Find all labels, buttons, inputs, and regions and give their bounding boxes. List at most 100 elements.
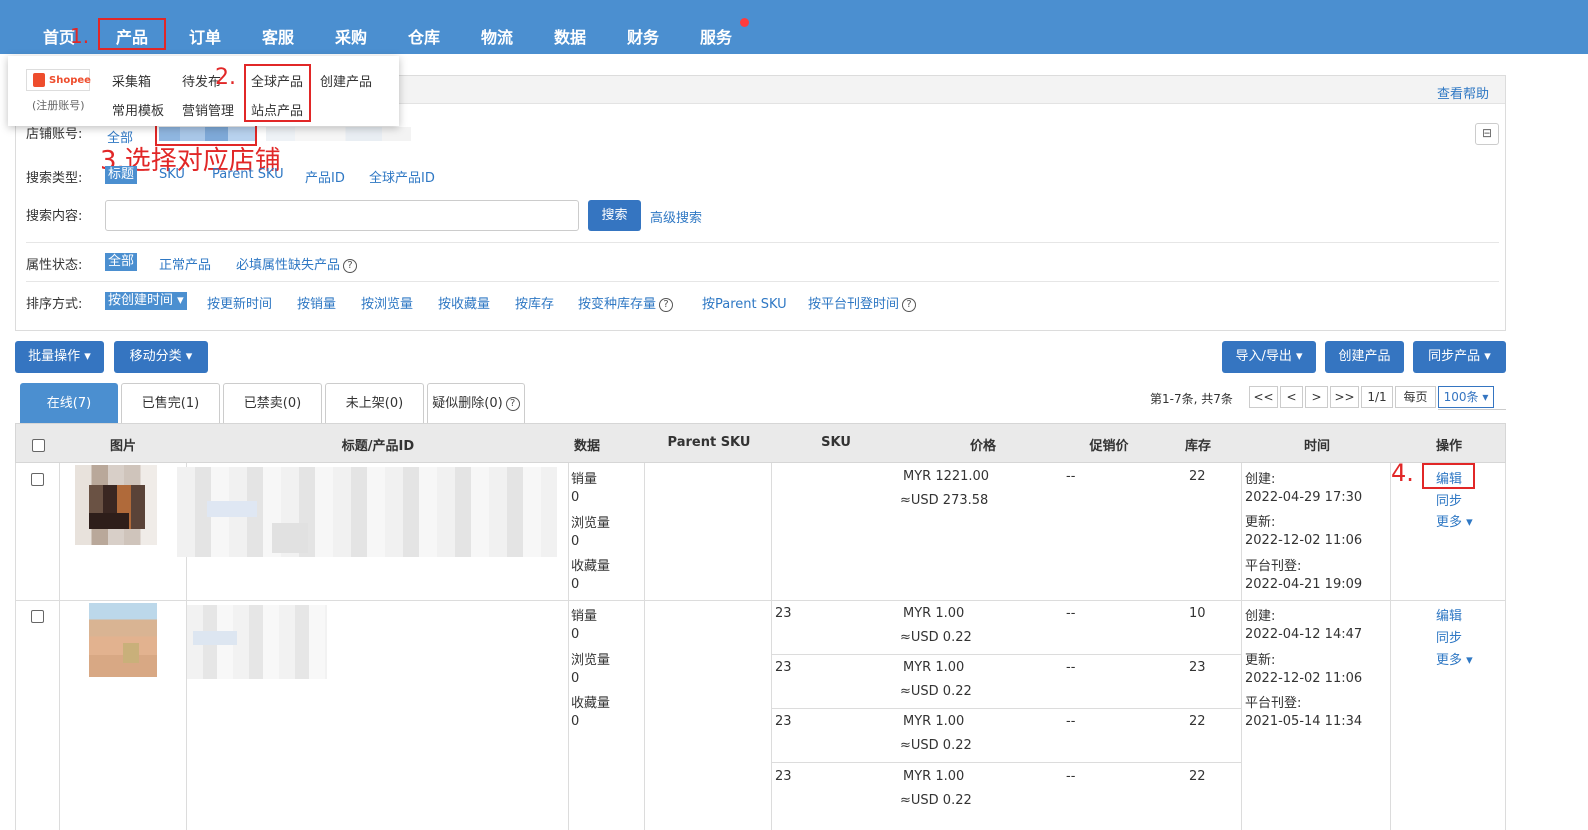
help-question-icon[interactable]: ?: [659, 297, 674, 312]
variant-sku: 23: [775, 660, 792, 675]
collapse-panel-icon[interactable]: ⊟: [1475, 123, 1499, 145]
search-type-global-id[interactable]: 全球产品ID: [369, 167, 435, 186]
search-content-label: 搜索内容:: [26, 209, 83, 224]
stock-value: 23: [1189, 660, 1206, 675]
search-type-sku[interactable]: SKU: [159, 167, 185, 182]
price-usd: ≈USD 273.58: [900, 493, 989, 508]
col-parent-sku: Parent SKU: [667, 435, 751, 450]
more-link[interactable]: 更多 ▾: [1436, 511, 1473, 530]
variant-sku: 23: [775, 769, 792, 784]
search-type-parent-sku[interactable]: Parent SKU: [212, 167, 284, 182]
select-all-checkbox[interactable]: [32, 439, 45, 452]
per-page-select[interactable]: 100条 ▾: [1438, 386, 1494, 408]
highlight-box-step1: [98, 18, 166, 50]
attr-all[interactable]: 全部: [105, 253, 138, 271]
search-type-title[interactable]: 标题: [105, 166, 138, 184]
search-button[interactable]: 搜索: [588, 200, 641, 231]
store-option-blurred[interactable]: [266, 127, 411, 141]
nav-services[interactable]: 服务: [700, 24, 732, 48]
sort-by-parent-sku[interactable]: 按Parent SKU: [702, 293, 787, 312]
views-value: 0: [571, 671, 580, 686]
nav-finance[interactable]: 财务: [627, 24, 659, 48]
annotation-step2: 2.: [215, 65, 236, 90]
bulk-action-button[interactable]: 批量操作 ▾: [15, 341, 104, 373]
updated-label: 更新:: [1245, 515, 1276, 530]
help-question-icon[interactable]: ?: [505, 396, 520, 411]
menu-create-product[interactable]: 创建产品: [320, 71, 372, 90]
tab-sold-out[interactable]: 已售完(1): [121, 383, 220, 423]
favorites-value: 0: [571, 577, 580, 592]
stock-value: 22: [1189, 769, 1206, 784]
sync-link[interactable]: 同步: [1436, 490, 1462, 509]
tab-banned[interactable]: 已禁卖(0): [223, 383, 322, 423]
highlight-box-step2: [244, 64, 311, 122]
promo-price: --: [1066, 469, 1076, 484]
row-checkbox[interactable]: [31, 610, 44, 623]
updated-time: 2022-12-02 11:06: [1245, 533, 1363, 548]
divider: [26, 242, 1499, 243]
favorites-value: 0: [571, 714, 580, 729]
published-time: 2021-05-14 11:34: [1245, 714, 1363, 729]
sort-by-created[interactable]: 按创建时间 ▾: [105, 292, 187, 310]
search-type-product-id[interactable]: 产品ID: [305, 167, 345, 186]
nav-orders[interactable]: 订单: [189, 24, 221, 48]
created-label: 创建:: [1245, 472, 1276, 487]
tab-suspected-deleted[interactable]: 疑似删除(0)?: [427, 383, 525, 423]
sales-label: 销量: [571, 609, 598, 624]
attr-missing-required[interactable]: 必填属性缺失产品: [236, 258, 340, 273]
products-dropdown-menu: Shopee (注册账号) 采集箱 待发布 全球产品 创建产品 常用模板 营销管…: [8, 56, 399, 126]
shopee-account-note: (注册账号): [32, 99, 85, 112]
variant-sku: 23: [775, 606, 792, 621]
sort-by-sales[interactable]: 按销量: [297, 293, 336, 312]
search-input[interactable]: [105, 200, 579, 231]
annotation-step4: 4.: [1391, 459, 1414, 487]
first-page-button[interactable]: <<: [1249, 386, 1278, 408]
advanced-search-link[interactable]: 高级搜索: [650, 207, 702, 226]
sync-link[interactable]: 同步: [1436, 627, 1462, 646]
published-label: 平台刊登:: [1245, 559, 1302, 574]
attr-normal[interactable]: 正常产品: [159, 254, 211, 273]
tab-online[interactable]: 在线(7): [20, 383, 118, 423]
favorites-label: 收藏量: [571, 696, 611, 711]
shopee-logo: Shopee: [26, 69, 91, 91]
sort-by-favorites[interactable]: 按收藏量: [438, 293, 490, 312]
sort-by-publish-time[interactable]: 按平台刊登时间: [808, 297, 899, 312]
sort-by-stock[interactable]: 按库存: [515, 293, 554, 312]
col-image: 图片: [109, 439, 137, 454]
tab-not-listed[interactable]: 未上架(0): [325, 383, 424, 423]
row-checkbox[interactable]: [31, 473, 44, 486]
nav-logistics[interactable]: 物流: [481, 24, 513, 48]
price-usd: ≈USD 0.22: [900, 630, 972, 645]
menu-common-templates[interactable]: 常用模板: [112, 100, 164, 119]
price-value: MYR 1.00: [903, 769, 965, 784]
prev-page-button[interactable]: <: [1280, 386, 1303, 408]
nav-customer-service[interactable]: 客服: [262, 24, 294, 48]
sort-by-views[interactable]: 按浏览量: [361, 293, 413, 312]
promo-price: --: [1066, 606, 1076, 621]
create-product-button[interactable]: 创建产品: [1325, 341, 1404, 373]
help-question-icon[interactable]: ?: [902, 297, 917, 312]
col-sku: SKU: [821, 435, 851, 450]
updated-time: 2022-12-02 11:06: [1245, 671, 1363, 686]
nav-purchase[interactable]: 采购: [335, 24, 367, 48]
views-label: 浏览量: [571, 653, 611, 668]
more-link[interactable]: 更多 ▾: [1436, 649, 1473, 668]
help-link[interactable]: 查看帮助: [1437, 83, 1489, 102]
menu-marketing[interactable]: 营销管理: [182, 100, 234, 119]
import-export-button[interactable]: 导入/导出 ▾: [1222, 341, 1316, 373]
menu-collect-box[interactable]: 采集箱: [112, 71, 151, 90]
price-value: MYR 1221.00: [903, 469, 990, 484]
sync-product-button[interactable]: 同步产品 ▾: [1413, 341, 1506, 373]
help-question-icon[interactable]: ?: [343, 258, 358, 273]
move-category-button[interactable]: 移动分类 ▾: [114, 341, 208, 373]
edit-link[interactable]: 编辑: [1436, 605, 1462, 624]
nav-warehouse[interactable]: 仓库: [408, 24, 440, 48]
last-page-button[interactable]: >>: [1330, 386, 1359, 408]
nav-data[interactable]: 数据: [554, 24, 586, 48]
published-time: 2022-04-21 19:09: [1245, 577, 1363, 592]
col-actions: 操作: [1435, 439, 1463, 454]
sort-by-variant-stock[interactable]: 按变种库存量: [578, 297, 656, 312]
next-page-button[interactable]: >: [1305, 386, 1328, 408]
created-time: 2022-04-12 14:47: [1245, 627, 1363, 642]
sort-by-updated[interactable]: 按更新时间: [207, 293, 272, 312]
